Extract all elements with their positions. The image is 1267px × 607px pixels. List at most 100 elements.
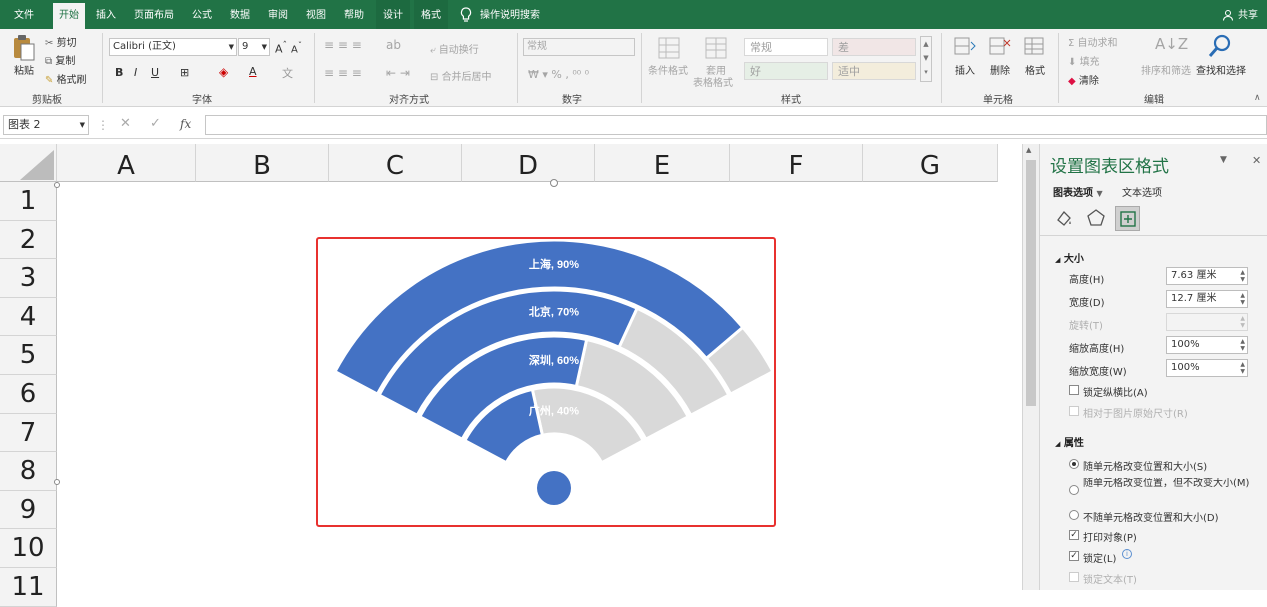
spinner-icon[interactable]: ▲ ▼ (1240, 269, 1245, 283)
tab-chart-options[interactable]: 图表选项 ▼ (1053, 184, 1103, 199)
cancel-icon[interactable]: ✕ (120, 116, 131, 131)
format-table-icon[interactable] (704, 36, 728, 60)
style-normal[interactable]: 常规 (744, 38, 828, 56)
fill-line-icon[interactable] (1054, 208, 1074, 228)
data-label-4[interactable]: 上海, 90% (529, 257, 579, 271)
align-top-icon[interactable]: ≡ ≡ ≡ (324, 38, 362, 52)
info-icon[interactable]: i (1122, 549, 1132, 559)
properties-section-header[interactable]: ◢ 属性 (1055, 434, 1084, 449)
conditional-format-label[interactable]: 条件格式 (648, 62, 688, 77)
tab-page-layout[interactable]: 页面布局 (130, 0, 178, 29)
data-label-2[interactable]: 深圳, 60% (529, 353, 579, 367)
bold-icon[interactable]: B (115, 66, 123, 79)
borders-icon[interactable]: ⊞ (180, 66, 189, 79)
style-good[interactable]: 好 (744, 62, 828, 80)
tab-formulas[interactable]: 公式 (188, 0, 216, 29)
center-dot[interactable] (537, 471, 571, 505)
scale-height-input[interactable]: 100% ▲ ▼ (1166, 336, 1248, 354)
underline-icon[interactable]: U (151, 66, 159, 79)
tab-view[interactable]: 视图 (302, 0, 330, 29)
grow-font-icon[interactable]: Aˆ (275, 40, 287, 56)
locked-checkbox[interactable]: ✓ (1069, 551, 1079, 561)
lock-text-checkbox[interactable] (1069, 572, 1079, 582)
font-size-select[interactable]: 9 ▼ (238, 38, 270, 56)
share-button[interactable]: 共享 (1236, 0, 1260, 29)
lock-aspect-checkbox[interactable] (1069, 385, 1079, 395)
orientation-icon[interactable]: ab (386, 38, 401, 52)
tab-help[interactable]: 帮助 (340, 0, 368, 29)
format-cells-button[interactable]: 格式 (1025, 62, 1045, 77)
print-object-checkbox[interactable]: ✓ (1069, 530, 1079, 540)
insert-cells-button[interactable]: 插入 (955, 62, 975, 77)
data-label-3[interactable]: 北京, 70% (529, 305, 579, 319)
tab-data[interactable]: 数据 (226, 0, 254, 29)
fill-button[interactable]: ⬇ 填充 (1068, 53, 1100, 68)
format-table-label-2[interactable]: 表格格式 (693, 74, 733, 89)
tab-file[interactable]: 文件 (4, 0, 44, 29)
formula-input[interactable] (205, 115, 1267, 135)
phonetic-icon[interactable]: 文 (282, 65, 293, 81)
insert-cells-icon[interactable] (953, 34, 977, 58)
style-bad[interactable]: 差 (832, 38, 916, 56)
spinner-icon[interactable]: ▲ ▼ (1240, 315, 1245, 329)
sort-filter-icon[interactable]: A↓Z (1155, 35, 1188, 53)
align-left-icon[interactable]: ≡ ≡ ≡ (324, 66, 362, 80)
scroll-up-icon[interactable]: ▲ (1026, 146, 1031, 154)
delete-cells-button[interactable]: 删除 (990, 62, 1010, 77)
height-input[interactable]: 7.63 厘米 ▲ ▼ (1166, 267, 1248, 285)
fill-color-icon[interactable]: ◈ (219, 65, 228, 79)
delete-cells-icon[interactable] (988, 34, 1012, 58)
size-section-header[interactable]: ◢ 大小 (1055, 250, 1084, 265)
styles-scroll[interactable]: ▲ ▼ ▾ (920, 36, 932, 82)
tab-insert[interactable]: 插入 (92, 0, 120, 29)
wrap-text-button[interactable]: ⤶ 自动换行 (430, 41, 479, 56)
close-icon[interactable]: ✕ (1252, 154, 1261, 167)
tab-review[interactable]: 审阅 (264, 0, 292, 29)
spinner-icon[interactable]: ▲ ▼ (1240, 361, 1245, 375)
find-select-button[interactable]: 查找和选择 (1196, 62, 1246, 77)
spinner-icon[interactable]: ▲ ▼ (1240, 292, 1245, 306)
search-icon[interactable] (1208, 33, 1232, 59)
tab-text-options[interactable]: 文本选项 (1122, 184, 1162, 199)
tab-format[interactable]: 格式 (414, 0, 448, 29)
collapse-ribbon-icon[interactable]: ∧ (1254, 93, 1261, 103)
indent-icon[interactable]: ⇤ ⇥ (386, 66, 410, 80)
copy-button[interactable]: ⧉ 复制 (45, 52, 75, 67)
no-move-radio[interactable] (1069, 510, 1079, 520)
effects-pentagon-icon[interactable] (1086, 208, 1106, 228)
enter-icon[interactable]: ✓ (150, 116, 161, 131)
style-neutral[interactable]: 适中 (832, 62, 916, 80)
font-name-select[interactable]: Calibri (正文) ▼ (109, 38, 237, 56)
font-color-icon[interactable]: A (249, 65, 257, 78)
number-format-select[interactable]: 常规 (523, 38, 635, 56)
spinner-icon[interactable]: ▲ ▼ (1240, 338, 1245, 352)
relative-original-checkbox[interactable] (1069, 406, 1079, 416)
data-label-1[interactable]: 广州, 40% (529, 404, 579, 418)
vertical-scrollbar[interactable]: ▲ (1022, 144, 1039, 590)
sort-filter-button[interactable]: 排序和筛选 (1141, 62, 1191, 77)
italic-icon[interactable]: I (134, 66, 137, 79)
name-box[interactable]: 图表 2 ▼ (3, 115, 89, 135)
move-only-radio[interactable] (1069, 485, 1079, 495)
insert-function-icon[interactable]: fx (180, 117, 191, 131)
tab-home[interactable]: 开始 (53, 3, 85, 29)
format-painter-button[interactable]: ✎ 格式刷 (45, 71, 87, 86)
merge-center-button[interactable]: ⊟ 合并后居中 (430, 68, 492, 83)
clear-button[interactable]: ◆ 清除 (1068, 72, 1099, 87)
currency-icon[interactable]: ₩ ▾ % , ⁰⁰ ⁰ (528, 68, 589, 81)
radial-bar-chart[interactable]: 广州, 40% 深圳, 60% 北京, 70% 上海, 90% (0, 144, 1022, 590)
pane-options-chevron-icon[interactable]: ▼ (1220, 155, 1227, 165)
paste-button[interactable]: 粘贴 (14, 62, 34, 77)
tell-me-search[interactable]: 操作说明搜索 (480, 0, 546, 29)
format-cells-icon[interactable] (1023, 34, 1047, 58)
rotation-input[interactable]: ▲ ▼ (1166, 313, 1248, 331)
shrink-font-icon[interactable]: Aˇ (291, 40, 302, 55)
conditional-format-icon[interactable] (657, 36, 681, 60)
scale-width-input[interactable]: 100% ▲ ▼ (1166, 359, 1248, 377)
move-size-radio[interactable] (1069, 459, 1079, 469)
size-properties-tab[interactable] (1115, 206, 1140, 231)
autosum-button[interactable]: Σ 自动求和 (1068, 34, 1118, 49)
cut-button[interactable]: ✂ 剪切 (45, 34, 77, 49)
tab-design[interactable]: 设计 (376, 0, 410, 29)
paste-icon[interactable] (12, 34, 36, 62)
